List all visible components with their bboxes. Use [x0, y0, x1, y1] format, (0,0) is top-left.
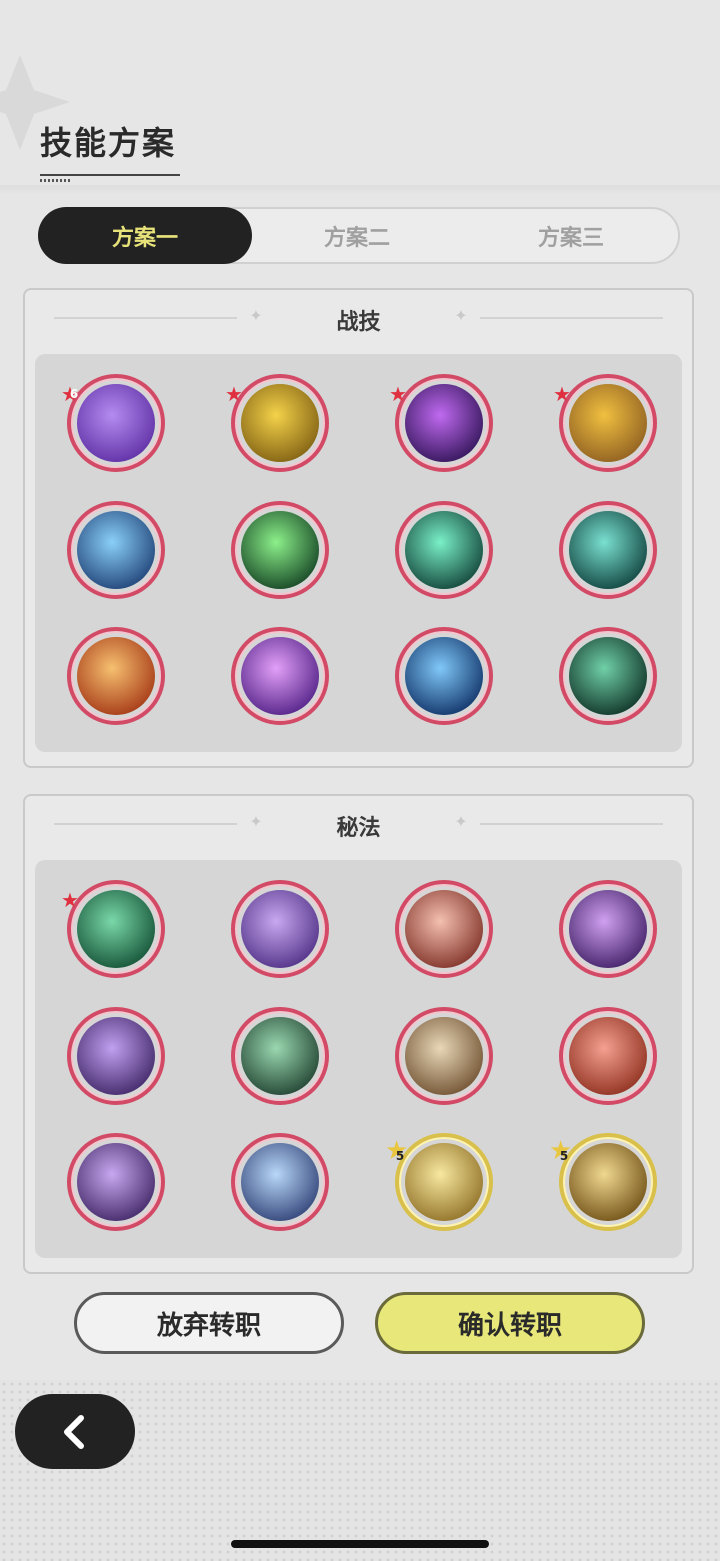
skill-art: [569, 890, 647, 968]
skill-level-badge: 5: [395, 1149, 405, 1163]
star-badge-icon: ★: [553, 382, 571, 406]
combat-skills-panel: ✦ 战技 ✦ ★ 6 ★ ★ ★: [23, 288, 694, 768]
rock-fist-skill-icon[interactable]: ★: [553, 374, 657, 472]
title-underline: [40, 174, 180, 176]
skill-art: [405, 890, 483, 968]
blue-sparkle-spell-icon[interactable]: [231, 1133, 329, 1231]
gold-arrows-spell-icon[interactable]: [395, 1007, 493, 1105]
skill-art: [77, 890, 155, 968]
purple-warrior-skill-icon[interactable]: ★ 6: [61, 374, 165, 472]
skill-art: [569, 1143, 647, 1221]
skill-art: [241, 1143, 319, 1221]
purple-eye-seal-spell-icon[interactable]: [67, 1007, 165, 1105]
green-wind-skill-icon[interactable]: [231, 501, 329, 599]
skill-art: [405, 511, 483, 589]
purple-shatter-skill-icon[interactable]: [231, 627, 329, 725]
skill-art: [569, 1017, 647, 1095]
divider-line: [480, 317, 663, 319]
tab-plan-1[interactable]: 方案一: [38, 207, 252, 264]
skill-level-badge: 6: [69, 387, 79, 401]
skill-art: [405, 1017, 483, 1095]
skill-art: [77, 511, 155, 589]
section-title: 秘法: [336, 816, 381, 841]
green-emblem-spell-icon[interactable]: ★: [61, 880, 165, 978]
skill-art: [569, 384, 647, 462]
header-divider: [0, 185, 720, 195]
star-badge-icon: ★: [389, 382, 407, 406]
skill-art: [405, 637, 483, 715]
skill-art: [241, 384, 319, 462]
section-header: ✦ 秘法 ✦: [25, 796, 692, 854]
red-wave-spell-icon[interactable]: [395, 880, 493, 978]
star-badge-icon: ★: [225, 382, 243, 406]
tab-plan-3[interactable]: 方案三: [464, 209, 678, 262]
teal-vortex-skill-icon[interactable]: [559, 501, 657, 599]
home-indicator: [231, 1540, 489, 1548]
confirm-transfer-button[interactable]: 确认转职: [375, 1292, 645, 1354]
abandon-transfer-button[interactable]: 放弃转职: [74, 1292, 344, 1354]
plan-tabs: 方案一 方案二 方案三: [38, 207, 680, 264]
gold-feather-spell-icon[interactable]: ★ 5: [385, 1133, 493, 1231]
title-dots: [40, 179, 70, 182]
skill-art: [569, 511, 647, 589]
skill-art: [569, 637, 647, 715]
thorn-vine-skill-icon[interactable]: [559, 627, 657, 725]
sparkle-icon: ✦: [454, 306, 468, 325]
page-header: 技能方案: [40, 118, 180, 182]
blue-flame-skill-icon[interactable]: [395, 627, 493, 725]
gold-dragon-spell-icon[interactable]: ★ 5: [549, 1133, 657, 1231]
skill-art: [77, 1143, 155, 1221]
skill-art: [241, 1017, 319, 1095]
back-button[interactable]: [15, 1394, 135, 1469]
ice-shard-skill-icon[interactable]: [67, 501, 165, 599]
sparkle-icon: ✦: [454, 812, 468, 831]
skill-art: [405, 1143, 483, 1221]
gold-crystal-skill-icon[interactable]: ★: [225, 374, 329, 472]
divider-line: [480, 823, 663, 825]
skill-level-badge: 5: [559, 1149, 569, 1163]
violet-hand-spell-icon[interactable]: [231, 880, 329, 978]
page-title: 技能方案: [40, 124, 177, 162]
skill-art: [77, 1017, 155, 1095]
violet-star-burst-skill-icon[interactable]: ★: [389, 374, 493, 472]
fire-wing-skill-icon[interactable]: [67, 627, 165, 725]
skill-art: [241, 637, 319, 715]
skill-art: [405, 384, 483, 462]
violet-eye-spell-icon[interactable]: [559, 880, 657, 978]
arcane-skills-panel: ✦ 秘法 ✦ ★ ★ 5 ★ 5: [23, 794, 694, 1274]
tab-plan-2[interactable]: 方案二: [250, 209, 464, 262]
section-header: ✦ 战技 ✦: [25, 290, 692, 348]
skill-art: [241, 511, 319, 589]
skill-art: [77, 637, 155, 715]
skill-art: [77, 384, 155, 462]
jade-blades-skill-icon[interactable]: [395, 501, 493, 599]
chevron-left-icon: [64, 1414, 84, 1449]
skill-art: [241, 890, 319, 968]
green-clock-spell-icon[interactable]: [231, 1007, 329, 1105]
star-badge-icon: ★: [61, 888, 79, 912]
purple-figure-up-spell-icon[interactable]: [67, 1133, 165, 1231]
red-figure-spell-icon[interactable]: [559, 1007, 657, 1105]
section-title: 战技: [336, 310, 381, 335]
